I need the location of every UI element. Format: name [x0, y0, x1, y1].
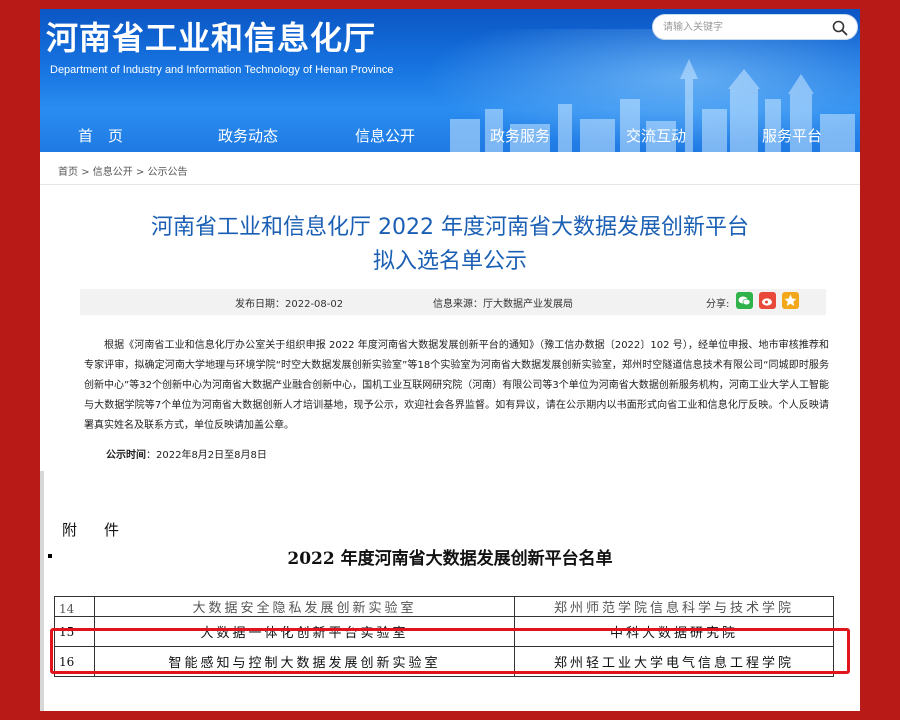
search-input[interactable]: [663, 18, 823, 36]
attachment-label: 附 件: [62, 521, 126, 539]
nav-government-news[interactable]: 政务动态: [218, 125, 278, 146]
breadcrumb: 首页 > 信息公开 > 公示公告: [58, 163, 188, 178]
breadcrumb-separator: >: [81, 167, 93, 178]
row-number: 14: [54, 596, 95, 617]
article-title: 河南省工业和信息化厅 2022 年度河南省大数据发展创新平台 拟入选名单公示: [40, 211, 860, 279]
site-subtitle: Department of Industry and Information T…: [50, 64, 394, 76]
breadcrumb-divider: [40, 184, 860, 185]
nav-government-services[interactable]: 政务服务: [490, 125, 550, 146]
share-label: 分享:: [706, 299, 730, 310]
article-body: 根据《河南省工业和信息化厅办公室关于组织申报 2022 年度河南省大数据发展创新…: [84, 340, 829, 431]
screenshot-page: 河南省工业和信息化厅 Department of Industry and In…: [40, 9, 860, 711]
nav-info-disclosure[interactable]: 信息公开: [355, 125, 415, 146]
notice-period: 公示时间：2022年8月2日至8月8日: [106, 446, 267, 461]
weibo-share-icon[interactable]: [759, 292, 776, 309]
nav-service-platform[interactable]: 服务平台: [762, 125, 822, 146]
search-icon[interactable]: [831, 19, 849, 37]
table-row: 14 大数据安全隐私发展创新实验室 郑州师范学院信息科学与技术学院: [54, 596, 834, 617]
info-source: 信息来源：厅大数据产业发展局: [433, 299, 573, 310]
publish-date: 发布日期：2022-08-02: [235, 299, 344, 310]
header-banner: 河南省工业和信息化厅 Department of Industry and In…: [40, 9, 860, 152]
breadcrumb-home[interactable]: 首页: [58, 167, 78, 178]
attachment-image: 附 件 2022 年度河南省大数据发展创新平台名单 14 大数据安全隐私发展创新…: [40, 471, 860, 711]
nav-interaction[interactable]: 交流互动: [626, 125, 686, 146]
article-title-line2: 拟入选名单公示: [372, 249, 527, 274]
site-title: 河南省工业和信息化厅: [46, 19, 377, 57]
breadcrumb-info-disclosure[interactable]: 信息公开: [93, 167, 133, 178]
main-nav: 首 页 政务动态 信息公开 政务服务 交流互动 服务平台: [40, 117, 860, 152]
nav-home[interactable]: 首 页: [78, 125, 123, 146]
lab-name: 大数据安全隐私发展创新实验室: [94, 596, 515, 617]
organization-name: 郑州师范学院信息科学与技术学院: [514, 596, 834, 617]
breadcrumb-separator: >: [135, 167, 148, 178]
notice-period-label: 公示时间: [106, 450, 146, 461]
highlight-box: [50, 628, 850, 674]
notice-period-value: ：2022年8月2日至8月8日: [146, 450, 267, 461]
favorite-share-icon[interactable]: [782, 292, 799, 309]
wechat-share-icon[interactable]: [736, 292, 753, 309]
article-title-line1: 河南省工业和信息化厅 2022 年度河南省大数据发展创新平台: [151, 215, 749, 240]
search-box: [652, 14, 858, 40]
attachment-edge: [40, 471, 44, 711]
list-title: 2022 年度河南省大数据发展创新平台名单: [287, 549, 613, 569]
article-meta-bar: 发布日期：2022-08-02 信息来源：厅大数据产业发展局 分享:: [80, 289, 826, 315]
breadcrumb-announcements[interactable]: 公示公告: [148, 167, 188, 178]
